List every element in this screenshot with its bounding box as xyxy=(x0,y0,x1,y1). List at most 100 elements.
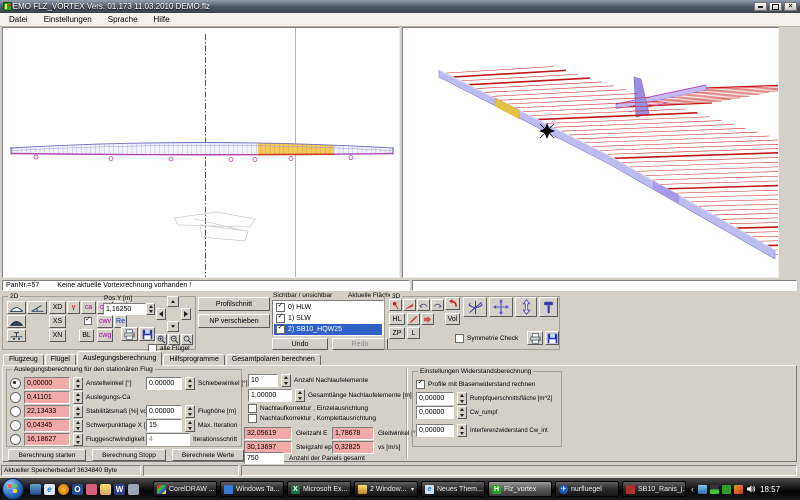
surface-0-checkbox[interactable] xyxy=(276,303,285,312)
schwerpunkt-radio[interactable] xyxy=(10,420,21,431)
zp-button[interactable]: ZP xyxy=(389,327,405,339)
rumpfflaeche-input[interactable]: 0,00000 xyxy=(416,392,454,405)
folder-quicklaunch-icon[interactable] xyxy=(100,484,111,495)
berechnete-werte-button[interactable]: Berechnete Werte xyxy=(172,449,244,461)
taskbar-clock[interactable]: 18:57 xyxy=(760,485,780,494)
stabilitaet-input[interactable]: 22,13433 xyxy=(24,405,70,418)
three-d-view-panel[interactable] xyxy=(402,27,779,278)
anstellwinkel-input[interactable]: 0,00000 xyxy=(24,377,70,390)
task-windows-explorer[interactable]: Windows Ta... xyxy=(220,481,284,497)
cwg-button[interactable]: cwg xyxy=(97,329,113,342)
front-view-panel[interactable] xyxy=(2,27,400,278)
vol-button[interactable]: Vol xyxy=(445,313,460,325)
canopy-filled-view-button[interactable] xyxy=(7,315,26,328)
schiebewinkel-input[interactable]: 0,00000 xyxy=(146,377,182,390)
nachlauf-anzahl-input[interactable]: 10 xyxy=(248,374,278,387)
flughoehe-spinner[interactable] xyxy=(185,405,195,418)
rumpfflaeche-spinner[interactable] xyxy=(457,392,467,405)
plane-front-view-button[interactable] xyxy=(7,329,26,342)
media-player-icon[interactable] xyxy=(58,484,69,495)
auslegungs-ca-radio[interactable] xyxy=(10,392,21,403)
signal-tray-icon[interactable] xyxy=(710,485,719,494)
xd-button[interactable]: XD xyxy=(49,301,66,314)
max-iteration-input[interactable]: 15 xyxy=(146,419,182,432)
photoshop-icon[interactable] xyxy=(86,484,97,495)
move-3d-button[interactable] xyxy=(489,297,513,317)
pan-right-button[interactable] xyxy=(181,308,191,320)
np-verschieben-button[interactable]: NP verschieben xyxy=(198,314,270,328)
blasenwiderstand-checkbox[interactable] xyxy=(416,380,425,389)
stabilitaet-spinner[interactable] xyxy=(73,405,83,418)
task-flz-vortex[interactable]: H Flz_vortex xyxy=(488,481,552,497)
surface-list-item[interactable]: 0) HLW xyxy=(274,302,382,313)
task-window-group[interactable]: 2 Window... ▾ xyxy=(354,481,418,497)
explorer-quicklaunch-icon[interactable] xyxy=(128,484,139,495)
cwv-button[interactable]: cwv xyxy=(97,315,113,328)
cw-int-input[interactable]: 0,00000 xyxy=(416,424,454,437)
word-icon[interactable]: W xyxy=(114,484,125,495)
network-tray-icon[interactable] xyxy=(698,485,707,494)
berechnung-starten-button[interactable]: Berechnung starten xyxy=(8,449,86,461)
tab-auslegungsrechnung[interactable]: Auslegungsberechnung xyxy=(77,351,163,366)
xn-button[interactable]: XN xyxy=(49,329,66,342)
close-button[interactable]: × xyxy=(784,2,797,11)
pan-left-button[interactable] xyxy=(156,308,166,320)
pan-down-button[interactable] xyxy=(167,321,179,332)
surface-select-button[interactable] xyxy=(403,299,416,311)
task-coreldraw[interactable]: CorelDRAW ... xyxy=(153,481,217,497)
stabilitaet-radio[interactable] xyxy=(10,406,21,417)
panels-total-input[interactable]: 750 xyxy=(244,452,284,464)
tilt-left-button[interactable] xyxy=(417,299,430,311)
redo-button[interactable]: Redo xyxy=(332,338,388,350)
nachlauf-laenge-input[interactable]: 1,00000 xyxy=(248,389,292,402)
show-desktop-icon[interactable] xyxy=(30,484,41,495)
profilschnitt-button[interactable]: Profilschnitt xyxy=(198,297,270,311)
xs-button[interactable]: XS xyxy=(49,315,66,328)
posy-spinner[interactable] xyxy=(146,303,155,315)
cw-int-spinner[interactable] xyxy=(457,424,467,437)
nachlauf-einzel-checkbox[interactable] xyxy=(248,404,257,413)
restore-button[interactable] xyxy=(769,2,782,11)
print-3d-button[interactable] xyxy=(527,331,543,345)
menu-hilfe[interactable]: Hilfe xyxy=(154,15,170,24)
gamma-button[interactable]: γ xyxy=(67,301,80,314)
geschwindigkeit-radio[interactable] xyxy=(10,434,21,445)
posy-input[interactable]: 1,16250 xyxy=(103,303,146,315)
view-undo-button[interactable] xyxy=(445,297,460,310)
zoom-3d-button[interactable] xyxy=(515,297,537,317)
menu-datei[interactable]: Datei xyxy=(9,15,28,24)
menu-einstellungen[interactable]: Einstellungen xyxy=(44,15,92,24)
bl-button[interactable]: BL xyxy=(79,329,94,342)
edit-pencil-button[interactable] xyxy=(407,313,420,325)
anstellwinkel-spinner[interactable] xyxy=(73,377,83,390)
geschwindigkeit-input[interactable]: 16,18627 xyxy=(24,433,70,446)
start-button[interactable] xyxy=(2,478,24,500)
task-neues-thema[interactable]: e Neues Them... xyxy=(421,481,485,497)
surface-list-item-selected[interactable]: 2) SB10_HQW25 xyxy=(274,324,382,335)
ca-button[interactable]: ca xyxy=(81,301,96,314)
surface-1-checkbox[interactable] xyxy=(276,314,285,323)
task-excel[interactable]: X Microsoft Ex... xyxy=(287,481,351,497)
anstellwinkel-radio[interactable] xyxy=(10,378,21,389)
nachlauf-anzahl-spinner[interactable] xyxy=(281,374,291,387)
marker-pin-button[interactable] xyxy=(389,299,402,311)
internet-explorer-icon[interactable]: e xyxy=(44,484,55,495)
hl-button[interactable]: HL xyxy=(389,313,405,325)
undo-button[interactable]: Undo xyxy=(272,338,328,350)
task-sb10-ranis[interactable]: SB10_Ranis_j... xyxy=(622,481,686,497)
task-nurfluegel[interactable]: ✈ nurfluegel xyxy=(555,481,619,497)
ca-checkbox[interactable] xyxy=(84,317,92,325)
security-tray-icon[interactable] xyxy=(722,485,731,494)
schiebewinkel-spinner[interactable] xyxy=(185,377,195,390)
auslegungs-ca-spinner[interactable] xyxy=(73,391,83,404)
auslegungs-ca-input[interactable]: 0,41101 xyxy=(24,391,70,404)
canopy-view-button[interactable] xyxy=(7,301,26,314)
flughoehe-input[interactable]: 0,00000 xyxy=(146,405,182,418)
cw-rumpf-spinner[interactable] xyxy=(457,406,467,419)
geschwindigkeit-spinner[interactable] xyxy=(73,433,83,446)
max-iteration-spinner[interactable] xyxy=(185,419,195,432)
surface-list-item[interactable]: 1) SLW xyxy=(274,313,382,324)
direction-button[interactable] xyxy=(421,313,434,325)
nachlauf-laenge-spinner[interactable] xyxy=(295,389,305,402)
symmetrie-check-checkbox[interactable] xyxy=(455,334,464,343)
